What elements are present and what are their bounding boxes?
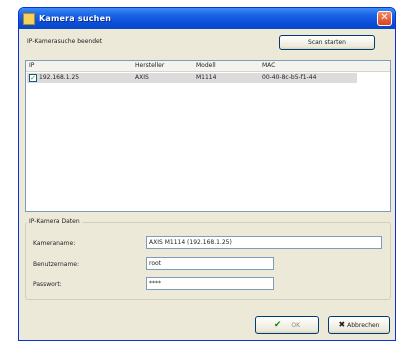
cancel-x-icon: ✖ [338, 320, 346, 329]
camera-name-label: Kameraname: [33, 240, 76, 247]
row-manufacturer: AXIS [135, 74, 149, 81]
title-bar[interactable]: Kamera suchen ✕ [19, 8, 395, 29]
checkmark-icon: ✓ [30, 74, 36, 82]
column-ip[interactable]: IP [29, 62, 34, 69]
ok-button[interactable]: ✔ OK [255, 316, 319, 334]
cancel-button[interactable]: ✖ Abbrechen [328, 316, 390, 334]
camera-app-icon [23, 12, 35, 25]
close-button[interactable]: ✕ [377, 11, 392, 26]
camera-list[interactable]: IP Hersteller Modell MAC ✓ 192.168.1.25 … [25, 60, 391, 212]
password-field[interactable]: **** [146, 277, 274, 290]
ok-label: OK [291, 322, 301, 329]
password-label: Passwort: [33, 281, 62, 288]
close-icon: ✕ [380, 12, 389, 23]
username-field[interactable]: root [146, 257, 274, 270]
window-title: Kamera suchen [39, 14, 112, 23]
column-mac[interactable]: MAC [262, 62, 275, 69]
camera-search-dialog: Kamera suchen ✕ IP-Kamerasuche beendet S… [18, 7, 396, 341]
cancel-label: Abbrechen [347, 322, 380, 329]
row-model: M1114 [196, 74, 217, 81]
row-checkbox[interactable]: ✓ [29, 74, 37, 82]
search-status-label: IP-Kamerasuche beendet [27, 38, 103, 45]
camera-list-header: IP Hersteller Modell MAC [26, 61, 390, 72]
column-model[interactable]: Modell [196, 62, 216, 69]
start-scan-label: Scan starten [308, 39, 346, 46]
camera-data-group-title: IP-Kamera Daten [27, 218, 82, 225]
row-ip: 192.168.1.25 [39, 74, 80, 81]
ok-check-icon: ✔ [273, 320, 282, 330]
start-scan-button[interactable]: Scan starten [279, 35, 375, 50]
row-mac: 00-40-8c-b5-f1-44 [262, 74, 317, 81]
column-manufacturer[interactable]: Hersteller [135, 62, 164, 69]
username-label: Benutzername: [33, 261, 80, 268]
table-row[interactable]: ✓ 192.168.1.25 AXIS M1114 00-40-8c-b5-f1… [27, 73, 357, 83]
camera-name-field[interactable]: AXIS M1114 (192.168.1.25) [146, 236, 382, 249]
